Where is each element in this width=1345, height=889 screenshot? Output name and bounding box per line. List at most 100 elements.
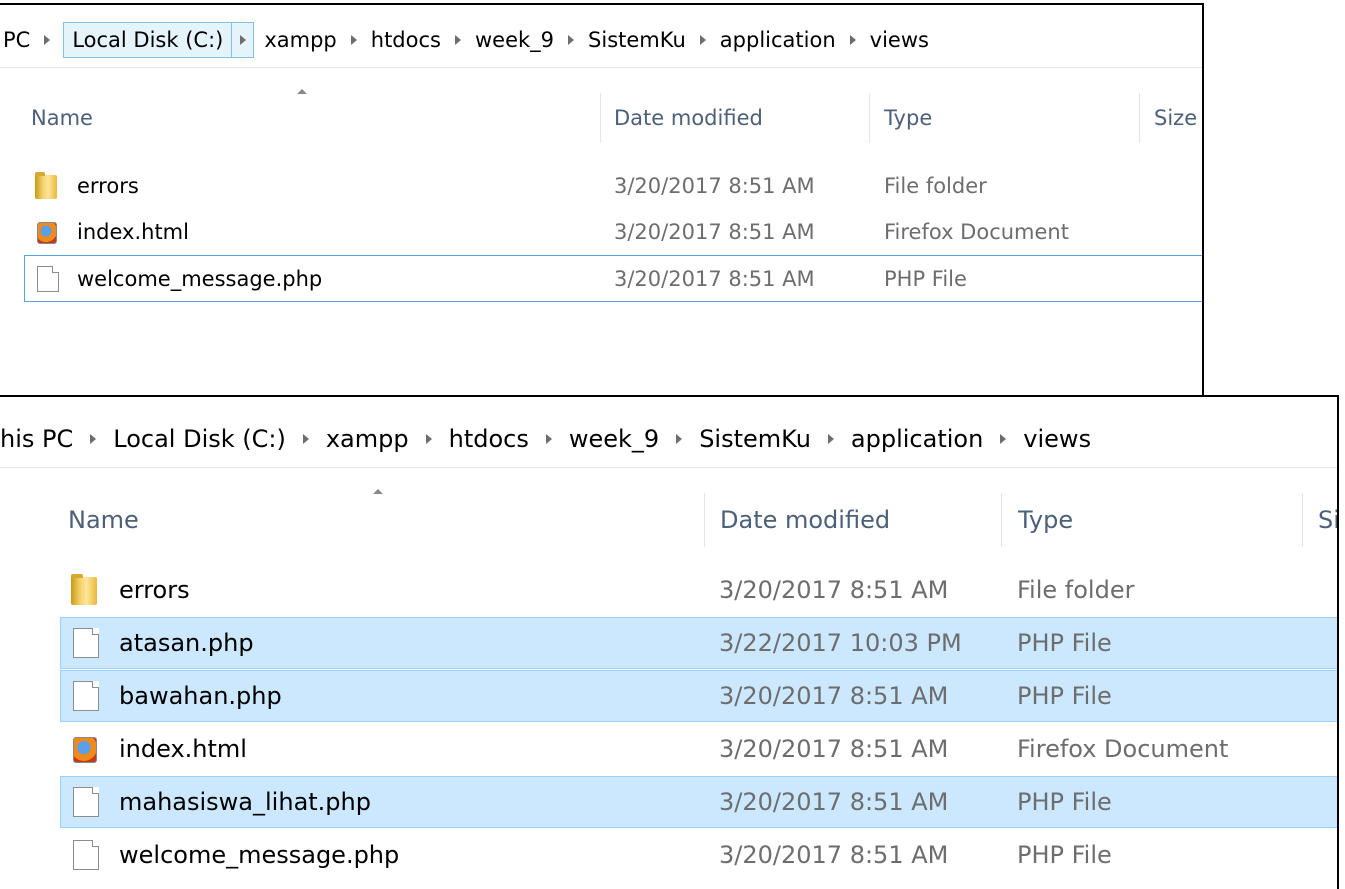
file-name: index.html bbox=[119, 735, 247, 763]
file-type: PHP File bbox=[1017, 629, 1112, 657]
breadcrumb-item-sistemku[interactable]: SistemKu bbox=[588, 23, 686, 57]
file-row-mahasiswa-lihat[interactable]: mahasiswa_lihat.php 3/20/2017 8:51 AM PH… bbox=[60, 776, 1337, 828]
file-name: index.html bbox=[77, 220, 189, 244]
breadcrumb-item-week-9[interactable]: week_9 bbox=[475, 23, 554, 57]
breadcrumb-chevron-icon[interactable] bbox=[454, 35, 461, 45]
breadcrumb-item-htdocs[interactable]: htdocs bbox=[371, 23, 441, 57]
file-type: Firefox Document bbox=[1017, 735, 1229, 763]
breadcrumb-label: views bbox=[1023, 425, 1092, 453]
column-header-type[interactable]: Type bbox=[1018, 493, 1073, 547]
sort-ascending-icon bbox=[297, 89, 307, 94]
php-file-icon bbox=[37, 266, 59, 292]
breadcrumb-item-local-disk[interactable]: Local Disk (C:) bbox=[63, 22, 255, 58]
breadcrumb-chevron-icon[interactable] bbox=[1000, 434, 1007, 444]
file-date-modified: 3/20/2017 8:51 AM bbox=[719, 788, 949, 816]
breadcrumb-item-sistemku[interactable]: SistemKu bbox=[699, 419, 811, 459]
breadcrumb-item-this-pc[interactable]: PC bbox=[0, 23, 30, 57]
breadcrumb-chevron-icon[interactable] bbox=[90, 434, 97, 444]
breadcrumb-item-htdocs[interactable]: htdocs bbox=[449, 419, 529, 459]
breadcrumb-item-local-disk[interactable]: Local Disk (C:) bbox=[113, 419, 286, 459]
breadcrumb-chevron-icon[interactable] bbox=[676, 434, 683, 444]
firefox-document-icon bbox=[37, 222, 57, 244]
breadcrumb-item-this-pc[interactable]: his PC bbox=[0, 419, 73, 459]
file-row-bawahan[interactable]: bawahan.php 3/20/2017 8:51 AM PHP File bbox=[60, 670, 1337, 722]
bottom-explorer-window: his PC Local Disk (C:) xampp htdocs week… bbox=[0, 395, 1339, 889]
breadcrumb-label: SistemKu bbox=[588, 28, 686, 52]
column-divider bbox=[704, 493, 705, 547]
php-file-icon bbox=[73, 787, 99, 817]
file-row-welcome-message[interactable]: welcome_message.php 3/20/2017 8:51 AM PH… bbox=[24, 255, 1202, 302]
column-divider bbox=[1001, 493, 1002, 547]
file-row-index-html[interactable]: index.html 3/20/2017 8:51 AM Firefox Doc… bbox=[24, 209, 1202, 255]
breadcrumb-chevron-button[interactable] bbox=[232, 22, 255, 58]
breadcrumb-label: application bbox=[719, 28, 836, 52]
breadcrumb-label: htdocs bbox=[448, 425, 529, 453]
breadcrumb-item-views[interactable]: views bbox=[1023, 419, 1091, 459]
breadcrumb-chevron-icon[interactable] bbox=[302, 434, 309, 444]
file-date-modified: 3/20/2017 8:51 AM bbox=[614, 266, 815, 291]
breadcrumb-chevron-icon[interactable] bbox=[849, 35, 856, 45]
top-explorer-window: PC Local Disk (C:) xampp htdocs week_9 S… bbox=[0, 3, 1204, 403]
breadcrumb-label: Local Disk (C:) bbox=[113, 425, 286, 453]
breadcrumb-chevron-icon[interactable] bbox=[44, 35, 51, 45]
column-divider bbox=[600, 93, 601, 143]
breadcrumb-chevron-icon[interactable] bbox=[568, 35, 575, 45]
file-type: PHP File bbox=[1017, 788, 1112, 816]
file-row-atasan[interactable]: atasan.php 3/22/2017 10:03 PM PHP File bbox=[60, 617, 1337, 669]
breadcrumb-label: PC bbox=[3, 28, 31, 52]
column-header-date-modified[interactable]: Date modified bbox=[614, 93, 763, 143]
file-name: atasan.php bbox=[119, 629, 254, 657]
php-file-icon bbox=[73, 840, 99, 870]
column-header-name[interactable]: Name bbox=[68, 493, 139, 547]
address-bar-divider bbox=[0, 467, 1337, 468]
column-header-size[interactable]: Size bbox=[1154, 93, 1197, 143]
column-header-row: Name Date modified Type Si bbox=[0, 489, 1337, 547]
breadcrumb-item-application[interactable]: application bbox=[851, 419, 983, 459]
address-bar-divider bbox=[0, 67, 1202, 68]
file-type: Firefox Document bbox=[884, 220, 1069, 244]
breadcrumb-item-application[interactable]: application bbox=[720, 23, 836, 57]
file-type: File folder bbox=[1017, 576, 1135, 604]
file-name: errors bbox=[119, 576, 190, 604]
breadcrumb-chevron-icon[interactable] bbox=[350, 35, 357, 45]
file-date-modified: 3/20/2017 8:51 AM bbox=[719, 576, 949, 604]
folder-icon bbox=[35, 172, 57, 199]
column-header-type[interactable]: Type bbox=[884, 93, 932, 143]
breadcrumb-item-xampp[interactable]: xampp bbox=[264, 23, 336, 57]
breadcrumb-chevron-icon[interactable] bbox=[827, 434, 834, 444]
breadcrumb-item-week-9[interactable]: week_9 bbox=[569, 419, 659, 459]
file-date-modified: 3/22/2017 10:03 PM bbox=[719, 629, 962, 657]
file-name: errors bbox=[77, 174, 139, 198]
file-name: welcome_message.php bbox=[119, 841, 400, 869]
file-type: File folder bbox=[884, 174, 987, 198]
file-name: mahasiswa_lihat.php bbox=[119, 788, 371, 816]
column-header-date-modified[interactable]: Date modified bbox=[720, 493, 890, 547]
folder-icon bbox=[71, 574, 97, 605]
address-bar-breadcrumb: his PC Local Disk (C:) xampp htdocs week… bbox=[0, 419, 1337, 459]
breadcrumb-label: week_9 bbox=[474, 28, 555, 52]
file-row-errors[interactable]: errors 3/20/2017 8:51 AM File folder bbox=[24, 163, 1202, 209]
file-date-modified: 3/20/2017 8:51 AM bbox=[614, 220, 815, 244]
column-header-size[interactable]: Si bbox=[1318, 493, 1337, 547]
file-row-errors[interactable]: errors 3/20/2017 8:51 AM File folder bbox=[60, 564, 1337, 616]
breadcrumb-label: views bbox=[869, 28, 929, 52]
breadcrumb-chevron-icon bbox=[239, 35, 246, 45]
php-file-icon bbox=[73, 681, 99, 711]
file-row-welcome-message[interactable]: welcome_message.php 3/20/2017 8:51 AM PH… bbox=[60, 829, 1337, 881]
breadcrumb-label: SistemKu bbox=[699, 425, 811, 453]
breadcrumb-chevron-icon[interactable] bbox=[699, 35, 706, 45]
file-date-modified: 3/20/2017 8:51 AM bbox=[719, 735, 949, 763]
breadcrumb-item-xampp[interactable]: xampp bbox=[326, 419, 409, 459]
breadcrumb-chevron-icon[interactable] bbox=[425, 434, 432, 444]
breadcrumb-item-views[interactable]: views bbox=[870, 23, 929, 57]
breadcrumb-label: application bbox=[850, 425, 984, 453]
file-name: welcome_message.php bbox=[77, 266, 323, 291]
file-date-modified: 3/20/2017 8:51 AM bbox=[719, 841, 949, 869]
address-bar-breadcrumb: PC Local Disk (C:) xampp htdocs week_9 S… bbox=[0, 22, 1202, 58]
column-header-name[interactable]: Name bbox=[31, 93, 93, 143]
php-file-icon bbox=[73, 628, 99, 658]
file-type: PHP File bbox=[884, 266, 967, 291]
breadcrumb-chevron-icon[interactable] bbox=[545, 434, 552, 444]
file-row-index-html[interactable]: index.html 3/20/2017 8:51 AM Firefox Doc… bbox=[60, 723, 1337, 775]
firefox-document-icon bbox=[73, 737, 97, 763]
